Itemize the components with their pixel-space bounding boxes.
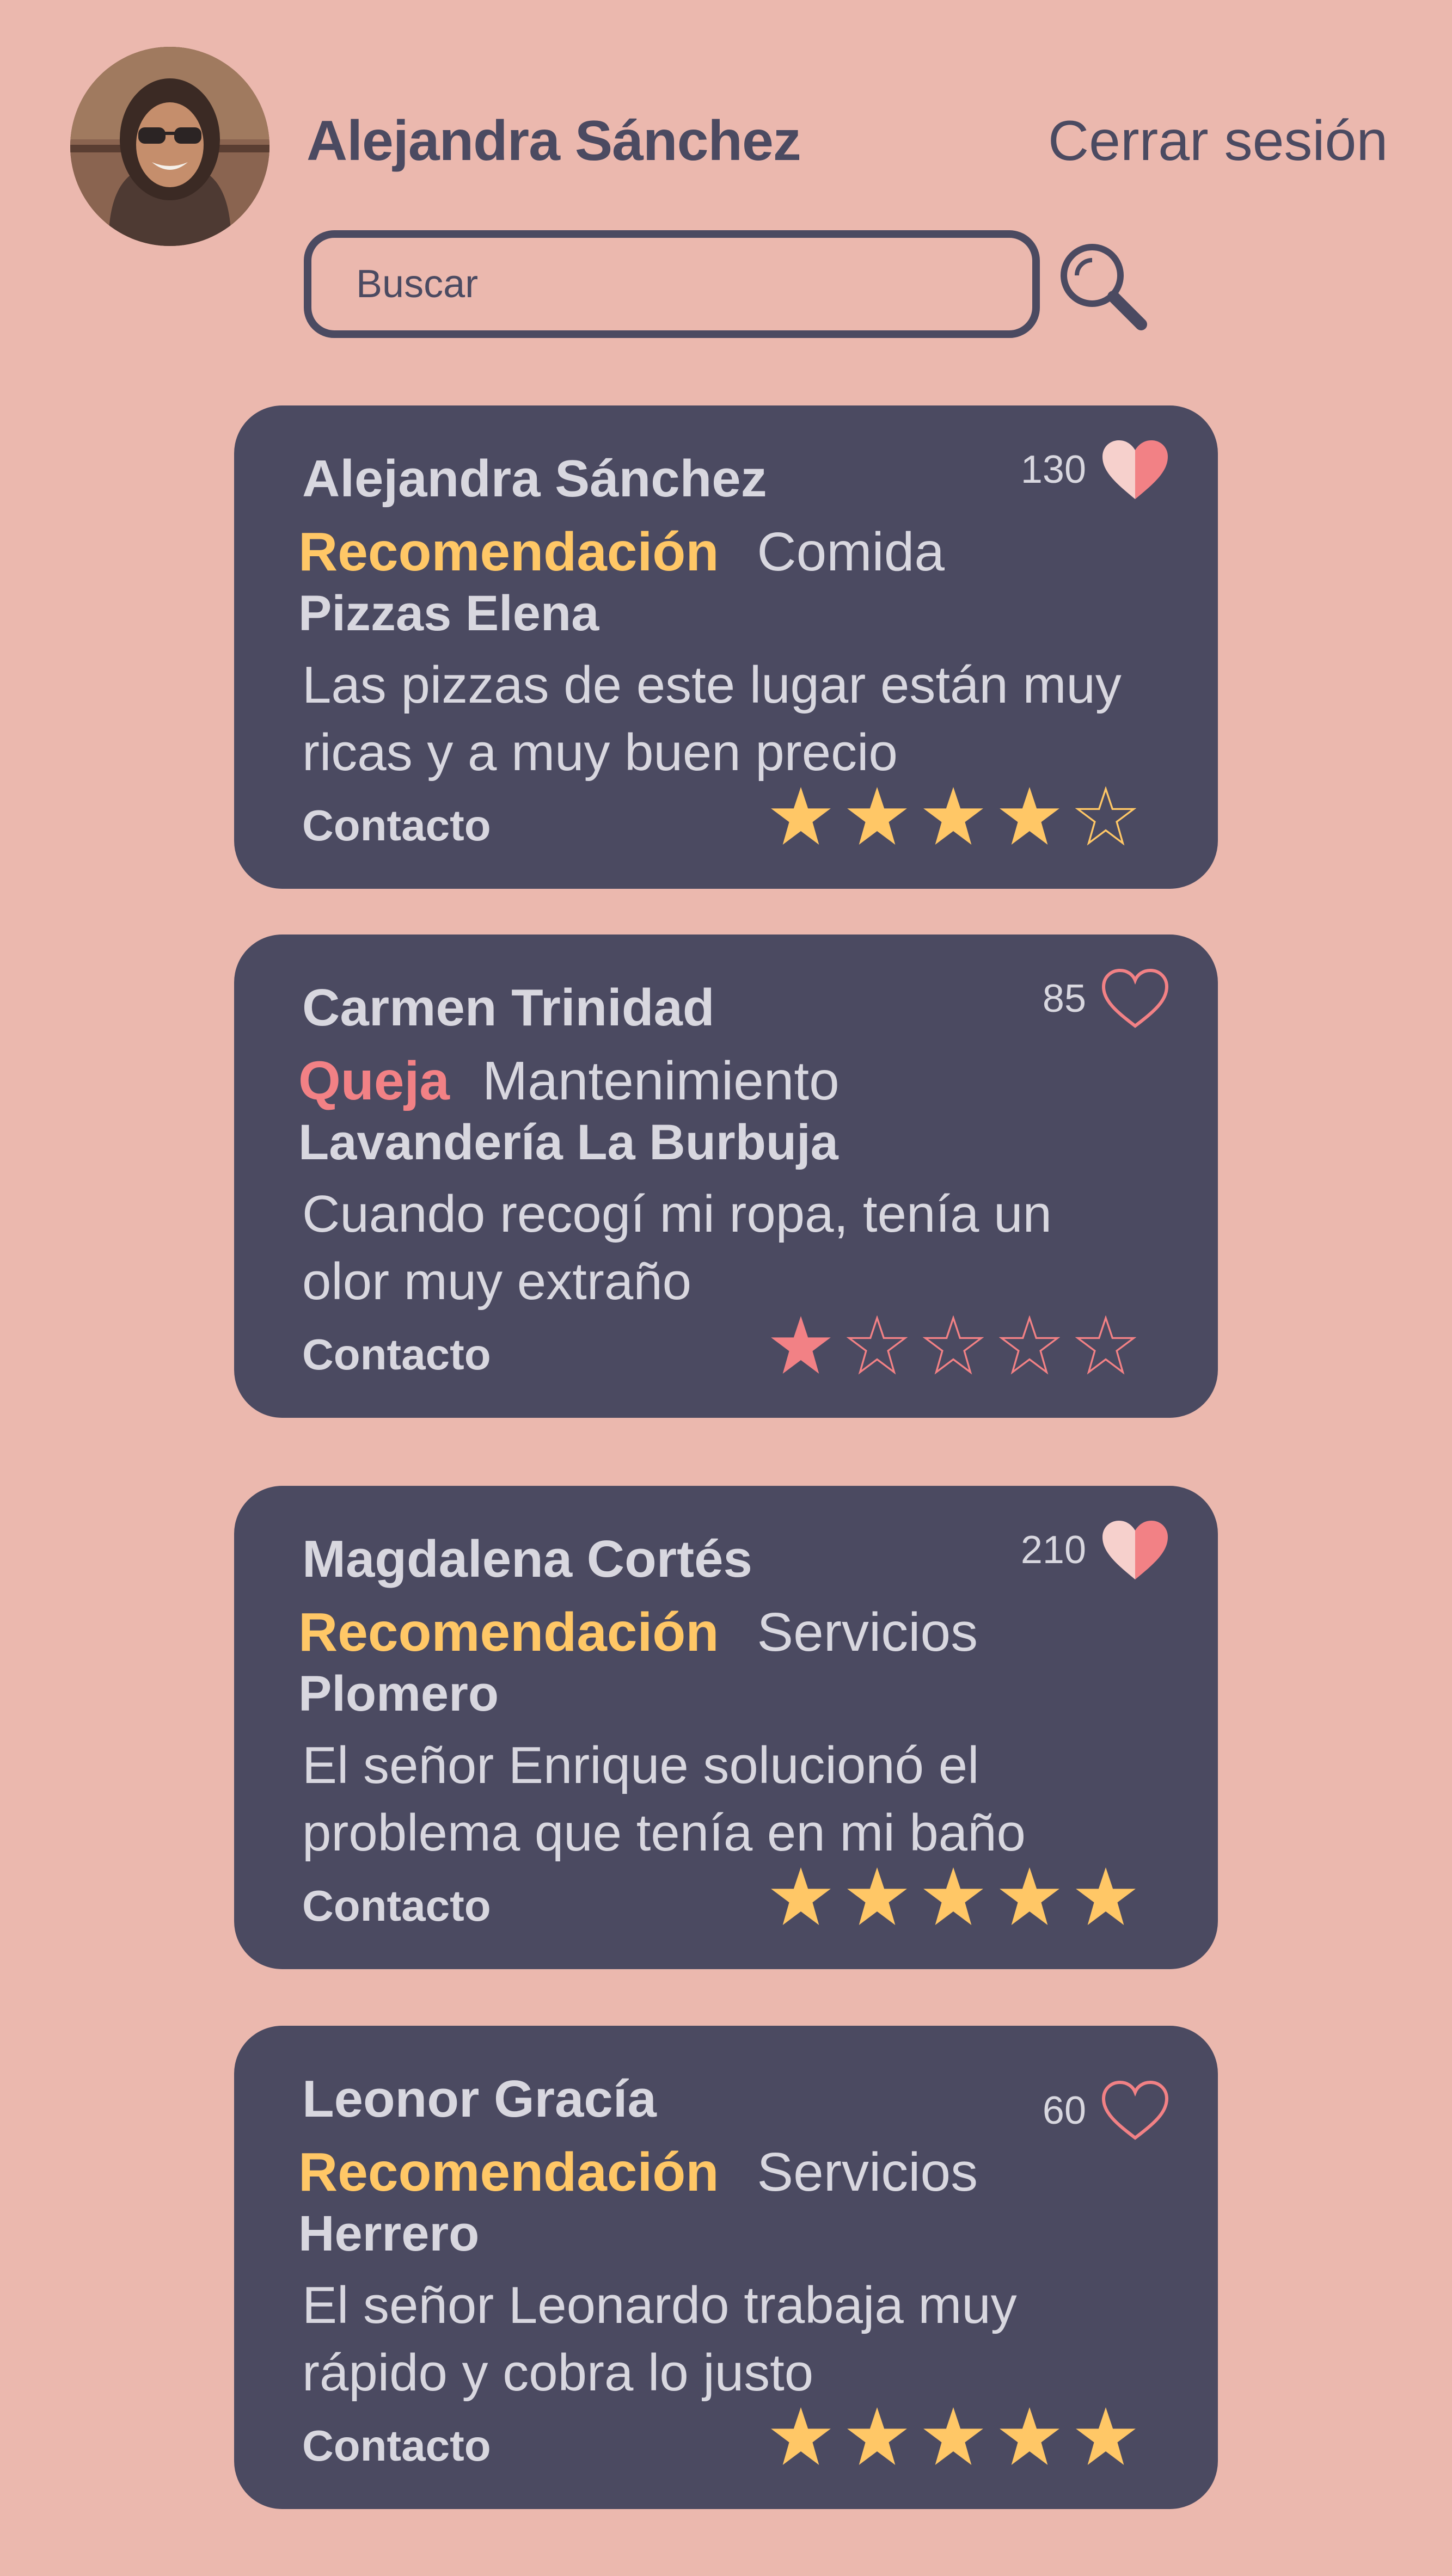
star-icon [771,1867,831,1926]
post-card[interactable]: Leonor Gracía 60 Recomendación Servicios … [234,2026,1218,2509]
likes-count: 60 [1042,2089,1086,2132]
star-icon [847,786,907,845]
heart-icon[interactable] [1100,1518,1170,1582]
star-icon [1000,2407,1059,2466]
star-rating [770,2407,1136,2468]
contact-link[interactable]: Contacto [302,2421,491,2471]
star-icon [847,1867,907,1926]
star-icon [771,2407,831,2466]
likes: 60 [1043,2079,1170,2142]
star-outline-icon [1075,786,1136,846]
post-author: Alejandra Sánchez [302,450,767,508]
post-text: Cuando recogí mi ropa, tenía un olor muy… [302,1185,1052,1311]
star-icon [1076,1867,1136,1926]
likes: 130 [1021,438,1170,501]
likes-count: 85 [1042,977,1086,1020]
avatar-photo [70,47,269,246]
post-author: Carmen Trinidad [302,979,715,1037]
post-tags: Recomendación Servicios [298,2141,978,2204]
post-business: Herrero [298,2206,480,2261]
user-avatar[interactable] [70,47,269,246]
star-outline-icon [999,1315,1060,1375]
post-category: Comida [757,521,945,582]
post-type-badge: Queja [298,1050,450,1111]
star-rating [770,786,1136,847]
heart-outline-icon[interactable] [1100,2079,1170,2142]
likes: 85 [1043,967,1170,1030]
likes-count: 130 [1020,448,1086,491]
star-outline-icon [923,1315,984,1375]
post-business: Pizzas Elena [298,586,599,641]
logout-button[interactable]: Cerrar sesión [1048,109,1388,174]
post-category: Mantenimiento [482,1050,840,1111]
heart-outline-icon[interactable] [1100,967,1170,1030]
likes-count: 210 [1020,1528,1086,1572]
star-icon [923,786,983,845]
star-icon [771,786,831,845]
star-rating [770,1315,1136,1376]
post-category: Servicios [757,1602,978,1663]
star-outline-icon [847,1315,908,1375]
post-card[interactable]: Alejandra Sánchez 130 Recomendación Comid… [234,405,1218,889]
post-type-badge: Recomendación [298,1602,719,1663]
post-author: Leonor Gracía [302,2070,657,2128]
post-tags: Recomendación Comida [298,521,945,583]
post-type-badge: Recomendación [298,521,719,582]
post-text: Las pizzas de este lugar están muy ricas… [302,656,1122,782]
post-text: El señor Enrique solucionó el problema q… [302,1736,1026,1862]
star-icon [1000,1867,1059,1926]
star-rating [770,1867,1136,1928]
post-tags: Queja Mantenimiento [298,1050,840,1112]
likes: 210 [1021,1518,1170,1582]
star-icon [923,2407,983,2466]
user-name: Alejandra Sánchez [307,109,801,173]
contact-link[interactable]: Contacto [302,801,491,851]
post-business: Lavandería La Burbuja [298,1115,838,1170]
contact-link[interactable]: Contacto [302,1330,491,1380]
star-icon [847,2407,907,2466]
search-input[interactable] [304,230,1040,338]
post-tags: Recomendación Servicios [298,1601,978,1664]
post-card[interactable]: Magdalena Cortés 210 Recomendación Servic… [234,1486,1218,1969]
post-category: Servicios [757,2142,978,2203]
post-type-badge: Recomendación [298,2142,719,2203]
star-outline-icon [1075,1315,1136,1375]
post-text: El señor Leonardo trabaja muy rápido y c… [302,2276,1017,2402]
search-icon[interactable] [1056,239,1149,332]
post-business: Plomero [298,1666,499,1722]
star-icon [771,1315,831,1374]
heart-icon[interactable] [1100,438,1170,501]
star-icon [1076,2407,1136,2466]
post-author: Magdalena Cortés [302,1530,752,1588]
post-card[interactable]: Carmen Trinidad 85 Queja Mantenimiento La… [234,935,1218,1418]
contact-link[interactable]: Contacto [302,1881,491,1931]
star-icon [1000,786,1059,845]
star-icon [923,1867,983,1926]
